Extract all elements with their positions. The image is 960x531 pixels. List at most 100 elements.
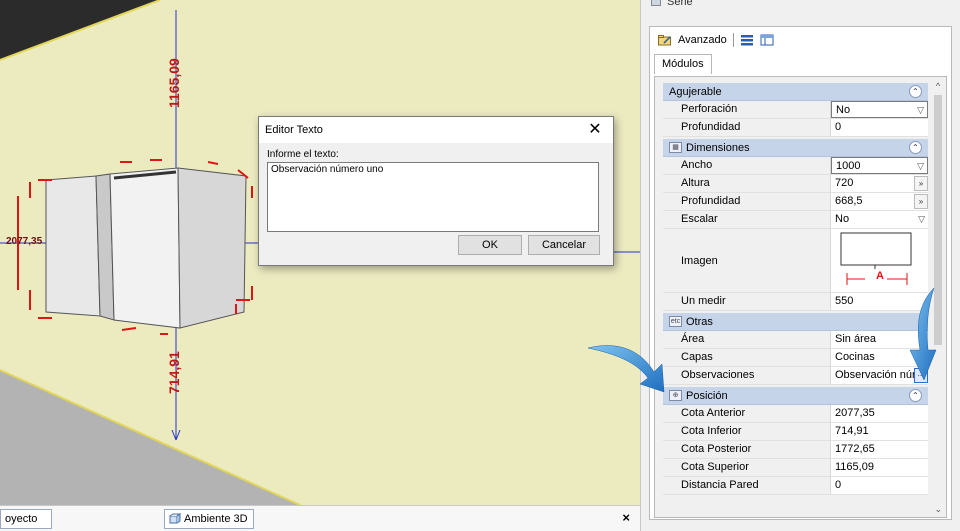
chevron-down-icon[interactable]: ▽ — [918, 211, 925, 228]
property-value[interactable]: 550 — [831, 293, 928, 310]
properties-frame: Avanzado Módulos Agujerable ⌃ Perforació… — [649, 26, 952, 520]
dialog-titlebar[interactable]: Editor Texto ✕ — [259, 117, 613, 143]
dimension-bottom-label: 714,91 — [166, 351, 182, 394]
property-label: Observaciones — [663, 367, 831, 384]
property-value-image[interactable]: A — [831, 229, 928, 292]
property-label: Cota Superior — [663, 459, 831, 476]
property-label: Un medir — [663, 293, 831, 310]
collapse-icon[interactable]: ⌃ — [909, 389, 922, 402]
property-row-cota-posterior[interactable]: Cota Posterior 1772,65 — [663, 441, 928, 459]
toolbar-separator — [732, 33, 734, 47]
tab-strip: Módulos — [654, 53, 712, 74]
property-row-perforacion[interactable]: Perforación No ▽ — [663, 101, 928, 119]
property-label: Cota Posterior — [663, 441, 831, 458]
ellipsis-button[interactable]: » — [914, 194, 928, 209]
category-dimensiones[interactable]: ▦ Dimensiones ⌃ — [663, 139, 928, 157]
property-row-un-medir[interactable]: Un medir 550 — [663, 293, 928, 311]
property-label: Distancia Pared — [663, 477, 831, 494]
tab-proyecto[interactable]: oyecto — [0, 509, 52, 529]
property-value[interactable]: Cocinas — [831, 349, 928, 366]
property-value[interactable]: No ▽ — [831, 101, 928, 118]
property-row-altura[interactable]: Altura 720» — [663, 175, 928, 193]
chevron-down-icon[interactable]: ▽ — [917, 158, 924, 173]
property-row-cota-superior[interactable]: Cota Superior 1165,09 — [663, 459, 928, 477]
property-row-observaciones[interactable]: Observaciones Observación núr... — [663, 367, 928, 385]
property-pages-icon[interactable] — [760, 34, 774, 46]
advanced-button[interactable]: Avanzado — [678, 34, 727, 46]
property-value[interactable]: 720» — [831, 175, 928, 192]
dimension-top-label: 1165,09 — [166, 58, 182, 108]
property-value[interactable]: 668,5» — [831, 193, 928, 210]
ellipsis-button[interactable]: » — [914, 176, 928, 191]
property-row-capas[interactable]: Capas Cocinas — [663, 349, 928, 367]
text-editor-dialog: Editor Texto ✕ Informe el texto: OK Canc… — [258, 116, 614, 266]
cancel-button[interactable]: Cancelar — [528, 235, 600, 255]
property-label: Profundidad — [663, 193, 831, 210]
property-label: Profundidad — [663, 119, 831, 136]
serie-header: Serie — [651, 0, 693, 8]
folder-edit-icon[interactable] — [658, 34, 672, 46]
property-value[interactable]: 0 — [831, 119, 928, 136]
property-grid-rows: Agujerable ⌃ Perforación No ▽ Profundidad… — [663, 81, 928, 495]
property-row-area[interactable]: Área Sin área — [663, 331, 928, 349]
position-icon: ⊕ — [669, 390, 682, 401]
category-label: Otras — [686, 315, 713, 328]
property-grid-scrollbar[interactable]: ^ — [932, 81, 944, 513]
tab-ambiente-3d[interactable]: Ambiente 3D — [164, 509, 254, 529]
ellipsis-button[interactable]: ... — [914, 368, 928, 383]
ok-button[interactable]: OK — [458, 235, 522, 255]
serie-label: Serie — [667, 0, 693, 8]
property-row-profundidad[interactable]: Profundidad 0 — [663, 119, 928, 137]
chevron-down-icon[interactable]: ▽ — [917, 102, 924, 117]
property-row-cota-anterior[interactable]: Cota Anterior 2077,35 — [663, 405, 928, 423]
scroll-down-icon[interactable]: ⌄ — [934, 504, 942, 515]
categorized-view-icon[interactable] — [740, 34, 754, 46]
properties-toolbar: Avanzado — [658, 33, 774, 47]
ruler-icon: ▦ — [669, 142, 682, 153]
property-label: Capas — [663, 349, 831, 366]
category-posicion[interactable]: ⊕ Posición ⌃ — [663, 387, 928, 405]
serie-icon — [651, 0, 661, 6]
dialog-prompt: Informe el texto: — [267, 149, 339, 160]
tab-modulos[interactable]: Módulos — [654, 54, 712, 74]
image-a-label: A — [876, 270, 884, 282]
category-otras[interactable]: etc Otras — [663, 313, 928, 331]
property-value[interactable]: Observación núr... — [831, 367, 928, 384]
property-value[interactable]: 0 — [831, 477, 928, 494]
collapse-icon[interactable]: ⌃ — [909, 141, 922, 154]
property-value[interactable]: 2077,35 — [831, 405, 928, 422]
etc-icon: etc — [669, 316, 682, 327]
property-row-imagen[interactable]: Imagen A — [663, 229, 928, 293]
property-label: Cota Inferior — [663, 423, 831, 440]
property-value[interactable]: 1772,65 — [831, 441, 928, 458]
close-icon[interactable]: ✕ — [583, 120, 607, 140]
property-row-profundidad-dim[interactable]: Profundidad 668,5» — [663, 193, 928, 211]
category-label: Posición — [686, 389, 728, 402]
property-value[interactable]: No ▽ — [831, 211, 928, 228]
property-label: Altura — [663, 175, 831, 192]
property-label: Perforación — [663, 101, 831, 118]
category-label: Agujerable — [669, 85, 722, 98]
observation-text-input[interactable] — [267, 162, 599, 232]
property-value[interactable]: Sin área — [831, 331, 928, 348]
close-tab-icon[interactable]: × — [622, 510, 630, 525]
property-label: Escalar — [663, 211, 831, 228]
dimension-preview-image — [840, 232, 912, 285]
dialog-title: Editor Texto — [265, 124, 323, 136]
property-value[interactable]: 1165,09 — [831, 459, 928, 476]
scroll-thumb[interactable] — [934, 95, 942, 345]
property-row-distancia-pared[interactable]: Distancia Pared 0 — [663, 477, 928, 495]
property-row-escalar[interactable]: Escalar No ▽ — [663, 211, 928, 229]
property-value[interactable]: 1000 ▽ — [831, 157, 928, 174]
category-agujerable[interactable]: Agujerable ⌃ — [663, 83, 928, 101]
property-row-ancho[interactable]: Ancho 1000 ▽ — [663, 157, 928, 175]
scroll-up-icon[interactable]: ^ — [932, 81, 944, 93]
dimension-left-label: 2077,35 — [6, 236, 43, 247]
property-grid: Agujerable ⌃ Perforación No ▽ Profundidad… — [654, 76, 947, 518]
property-value[interactable]: 714,91 — [831, 423, 928, 440]
property-row-cota-inferior[interactable]: Cota Inferior 714,91 — [663, 423, 928, 441]
property-label: Área — [663, 331, 831, 348]
document-tab-bar: oyecto Ambiente 3D × — [0, 505, 640, 531]
category-label: Dimensiones — [686, 141, 750, 154]
collapse-icon[interactable]: ⌃ — [909, 85, 922, 98]
